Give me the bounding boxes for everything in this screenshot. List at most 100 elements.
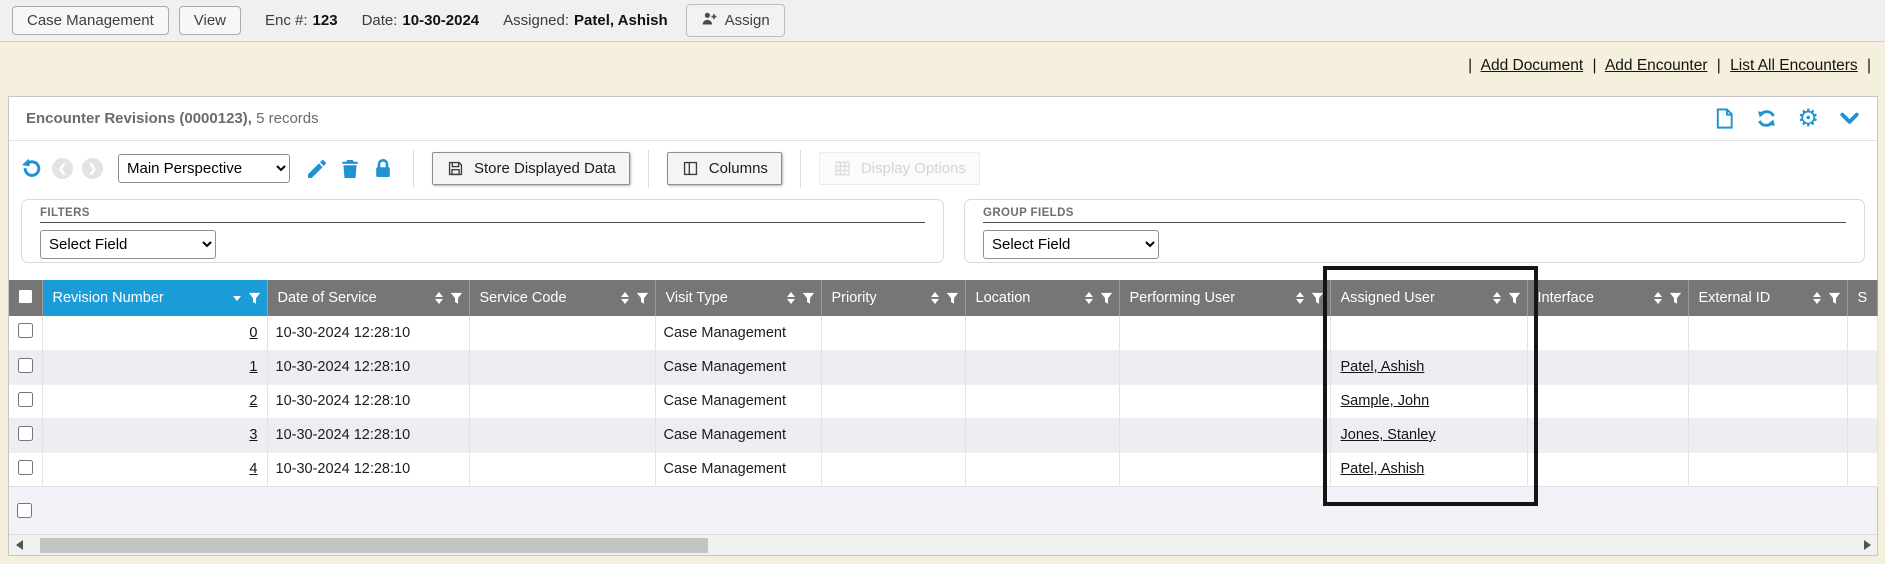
sort-both-icon[interactable]: [931, 292, 939, 304]
interface-cell: [1527, 452, 1688, 486]
sort-both-icon[interactable]: [1085, 292, 1093, 304]
revision-link[interactable]: 1: [249, 359, 257, 375]
filters-field-select[interactable]: Select Field: [40, 230, 216, 259]
column-header-assigned-user[interactable]: Assigned User: [1330, 280, 1527, 316]
filter-funnel-icon[interactable]: [1100, 292, 1113, 305]
column-header-date-of-service[interactable]: Date of Service: [267, 280, 469, 316]
filter-funnel-icon[interactable]: [636, 292, 649, 305]
sort-both-icon[interactable]: [787, 292, 795, 304]
collapse-chevron-icon[interactable]: [1838, 107, 1861, 130]
table-row[interactable]: 4 10-30-2024 12:28:10 Case Management Pa…: [9, 452, 1877, 486]
column-header-truncated[interactable]: S: [1847, 280, 1877, 316]
filter-funnel-icon[interactable]: [946, 292, 959, 305]
select-all-checkbox[interactable]: [18, 289, 33, 304]
column-header-visit-type[interactable]: Visit Type: [655, 280, 821, 316]
assign-button-label: Assign: [725, 12, 770, 29]
column-header-external-id[interactable]: External ID: [1688, 280, 1847, 316]
view-button[interactable]: View: [179, 6, 241, 35]
group-fields-box: GROUP FIELDS Select Field: [964, 199, 1865, 263]
footer-checkbox[interactable]: [17, 503, 32, 518]
filter-funnel-icon[interactable]: [450, 292, 463, 305]
date-label: Date:: [362, 12, 398, 29]
group-fields-field-select[interactable]: Select Field: [983, 230, 1159, 259]
sort-both-icon[interactable]: [1493, 292, 1501, 304]
panel-title: Encounter Revisions (0000123), 5 records: [26, 110, 319, 127]
filter-funnel-icon[interactable]: [1828, 292, 1841, 305]
scroll-left-arrow-icon[interactable]: [9, 535, 29, 555]
columns-button[interactable]: Columns: [667, 152, 782, 185]
refresh-icon[interactable]: [1755, 107, 1778, 130]
filters-divider: [40, 222, 925, 223]
row-checkbox[interactable]: [18, 426, 33, 441]
app-screen: Case Management View Enc #: 123 Date: 10…: [0, 0, 1885, 564]
list-all-encounters-link[interactable]: List All Encounters: [1730, 57, 1858, 74]
column-header-interface[interactable]: Interface: [1527, 280, 1688, 316]
new-document-icon[interactable]: [1713, 107, 1736, 130]
sort-both-icon[interactable]: [621, 292, 629, 304]
assigned-user-link[interactable]: Patel, Ashish: [1341, 359, 1425, 375]
lock-icon[interactable]: [371, 157, 395, 181]
sort-both-icon[interactable]: [1296, 292, 1304, 304]
filter-funnel-icon[interactable]: [1669, 292, 1682, 305]
column-header-priority[interactable]: Priority: [821, 280, 965, 316]
table-row[interactable]: 1 10-30-2024 12:28:10 Case Management Pa…: [9, 350, 1877, 384]
table-row[interactable]: 2 10-30-2024 12:28:10 Case Management Sa…: [9, 384, 1877, 418]
next-perspective-icon[interactable]: ❯: [82, 158, 103, 179]
table-row[interactable]: 3 10-30-2024 12:28:10 Case Management Jo…: [9, 418, 1877, 452]
sort-both-icon[interactable]: [1654, 292, 1662, 304]
add-encounter-link[interactable]: Add Encounter: [1605, 57, 1708, 74]
scroll-right-arrow-icon[interactable]: [1857, 535, 1877, 555]
gear-icon[interactable]: ⚙: [1797, 107, 1819, 131]
visit-type-cell: Case Management: [655, 350, 821, 384]
filters-row: FILTERS Select Field GROUP FIELDS Select…: [9, 197, 1877, 267]
filter-funnel-icon[interactable]: [248, 292, 261, 305]
column-header-revision-number[interactable]: Revision Number: [42, 280, 267, 316]
columns-label: Columns: [709, 160, 768, 177]
delete-trash-icon[interactable]: [338, 157, 362, 181]
group-fields-divider: [983, 222, 1846, 223]
sort-both-icon[interactable]: [1813, 292, 1821, 304]
filter-funnel-icon[interactable]: [1508, 292, 1521, 305]
column-header-location[interactable]: Location: [965, 280, 1119, 316]
previous-perspective-icon[interactable]: ❮: [52, 158, 73, 179]
case-management-button[interactable]: Case Management: [12, 6, 169, 35]
column-header-performing-user[interactable]: Performing User: [1119, 280, 1330, 316]
row-checkbox[interactable]: [18, 392, 33, 407]
filter-funnel-icon[interactable]: [802, 292, 815, 305]
row-checkbox[interactable]: [18, 323, 33, 338]
assigned-user-link[interactable]: Sample, John: [1341, 393, 1430, 409]
visit-type-cell: Case Management: [655, 384, 821, 418]
performing-user-cell: [1119, 384, 1330, 418]
sort-desc-icon[interactable]: [233, 296, 241, 301]
revision-link[interactable]: 2: [249, 393, 257, 409]
revision-link[interactable]: 4: [249, 461, 257, 477]
column-header-service-code[interactable]: Service Code: [469, 280, 655, 316]
assigned-user-link[interactable]: Jones, Stanley: [1341, 427, 1436, 443]
row-checkbox[interactable]: [18, 358, 33, 373]
top-toolbar: Case Management View Enc #: 123 Date: 10…: [0, 0, 1885, 42]
table-row[interactable]: 0 10-30-2024 12:28:10 Case Management: [9, 316, 1877, 350]
interface-cell: [1527, 384, 1688, 418]
add-document-link[interactable]: Add Document: [1481, 57, 1584, 74]
date-of-service-cell: 10-30-2024 12:28:10: [267, 418, 469, 452]
revision-link[interactable]: 3: [249, 427, 257, 443]
edit-pencil-icon[interactable]: [305, 157, 329, 181]
horizontal-scrollbar[interactable]: [9, 534, 1877, 555]
external-id-cell: [1688, 350, 1847, 384]
date-of-service-cell: 10-30-2024 12:28:10: [267, 350, 469, 384]
store-displayed-data-button[interactable]: Store Displayed Data: [432, 152, 630, 185]
toolbar-separator: [800, 150, 801, 188]
filter-funnel-icon[interactable]: [1311, 292, 1324, 305]
pipe-separator: |: [1592, 57, 1596, 74]
undo-icon[interactable]: [19, 157, 43, 181]
sort-both-icon[interactable]: [435, 292, 443, 304]
pipe-separator: |: [1717, 57, 1721, 74]
perspective-select[interactable]: Main Perspective: [118, 154, 290, 183]
assigned-label: Assigned:: [503, 12, 569, 29]
external-id-cell: [1688, 384, 1847, 418]
row-checkbox[interactable]: [18, 460, 33, 475]
assigned-user-link[interactable]: Patel, Ashish: [1341, 461, 1425, 477]
scrollbar-thumb[interactable]: [40, 538, 708, 553]
revision-link[interactable]: 0: [249, 325, 257, 341]
assign-button[interactable]: Assign: [686, 4, 785, 37]
